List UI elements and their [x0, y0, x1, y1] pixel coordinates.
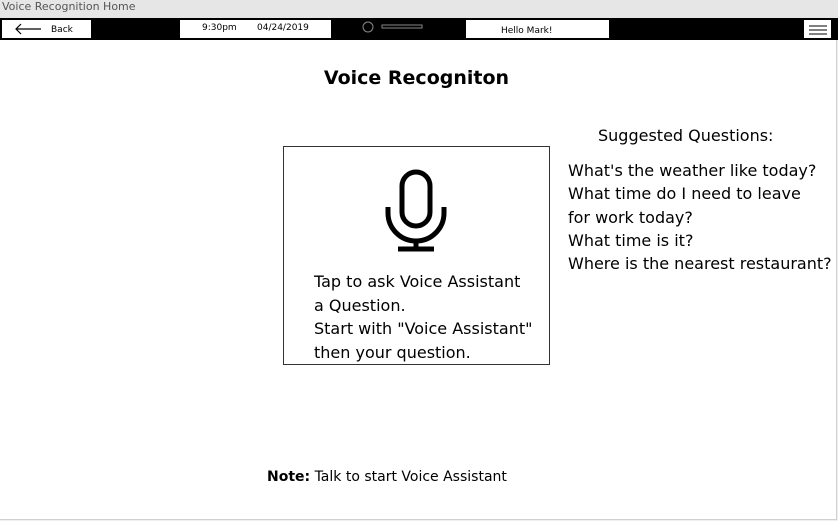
datetime-display: 9:30pm 04/24/2019	[179, 19, 332, 39]
top-bar: Back 9:30pm 04/24/2019 Hello Mark!	[0, 18, 838, 40]
menu-button[interactable]	[803, 19, 832, 39]
main-content: Voice Recogniton Tap to ask Voice Assist…	[0, 40, 837, 520]
current-time: 9:30pm	[202, 23, 237, 33]
hamburger-menu-icon	[809, 25, 827, 35]
greeting-display: Hello Mark!	[465, 19, 610, 39]
suggested-question[interactable]: for work today?	[568, 206, 836, 229]
back-label: Back	[51, 25, 73, 35]
microphone-icon	[385, 169, 447, 252]
note-body: Talk to start Voice Assistant	[310, 469, 507, 485]
media-scrubber-icon[interactable]	[360, 21, 430, 33]
instruction-line: a Question.	[314, 295, 406, 315]
back-button[interactable]: Back	[1, 19, 92, 39]
suggested-question[interactable]: What time do I need to leave	[568, 182, 836, 205]
suggested-question[interactable]: Where is the nearest restaurant?	[568, 252, 836, 275]
suggested-question[interactable]: What time is it?	[568, 229, 836, 252]
greeting-text: Hello Mark!	[501, 26, 553, 36]
voice-instructions: Tap to ask Voice Assistant a Question. S…	[314, 270, 544, 364]
suggested-questions-title: Suggested Questions:	[598, 126, 774, 145]
note-text: Note: Talk to start Voice Assistant	[267, 469, 507, 485]
arrow-left-icon	[15, 23, 41, 35]
page-title: Voice Recogniton	[323, 67, 510, 89]
window-title: Voice Recognition Home	[0, 0, 838, 18]
instruction-line: then your question.	[314, 342, 471, 362]
voice-assistant-button[interactable]: Tap to ask Voice Assistant a Question. S…	[283, 146, 550, 365]
current-date: 04/24/2019	[257, 23, 309, 33]
app-window: Voice Recognition Home Back 9:30pm 04/24…	[0, 0, 838, 521]
suggested-questions-list: What's the weather like today? What time…	[568, 159, 836, 275]
instruction-line: Start with "Voice Assistant"	[314, 319, 533, 338]
suggested-question[interactable]: What's the weather like today?	[568, 159, 836, 182]
instruction-line: Tap to ask Voice Assistant	[314, 272, 521, 291]
note-label: Note:	[267, 469, 311, 485]
